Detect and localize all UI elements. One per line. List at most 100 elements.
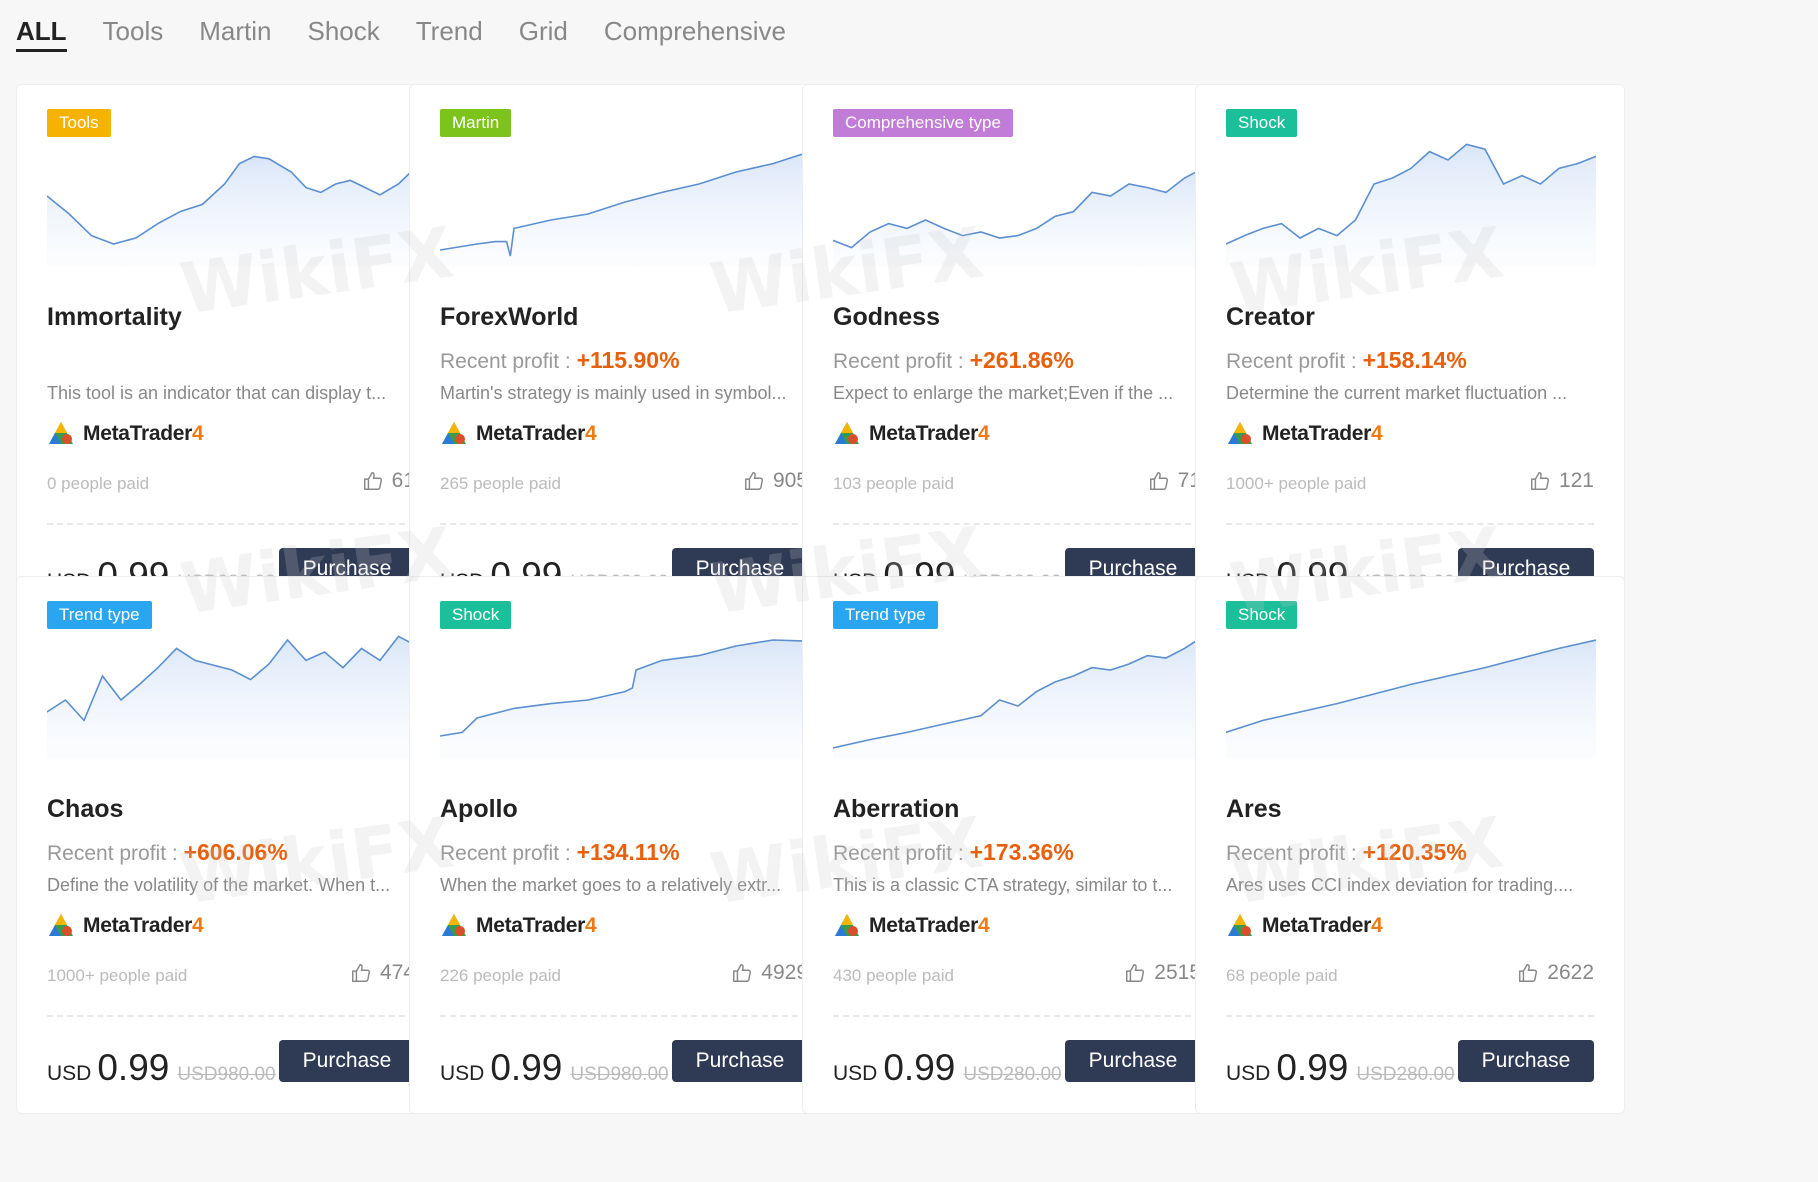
- product-card[interactable]: Trend type Aberration Recent profit : +1…: [802, 576, 1232, 1114]
- performance-sparkline: [440, 137, 810, 267]
- platform-name: MetaTrader: [1262, 422, 1372, 445]
- platform: MetaTrader 4: [1226, 419, 1383, 449]
- product-card[interactable]: Shock Apollo Recent profit : +134.11% Wh…: [409, 576, 839, 1114]
- metatrader-logo-icon: [442, 914, 466, 936]
- platform: MetaTrader 4: [833, 911, 990, 941]
- like-button[interactable]: 4929: [731, 961, 808, 985]
- recent-profit-value: +158.14%: [1362, 347, 1467, 373]
- product-card[interactable]: Tools Immortality This tool is an indica…: [16, 84, 446, 622]
- purchase-button[interactable]: Purchase: [1458, 1040, 1594, 1082]
- tab-trend[interactable]: Trend: [416, 0, 483, 54]
- product-description: This is a classic CTA strategy, similar …: [833, 875, 1173, 895]
- divider: [1226, 523, 1594, 525]
- thumbs-up-icon: [1519, 964, 1538, 982]
- price-currency: USD: [440, 1062, 485, 1085]
- like-count: 2622: [1547, 961, 1594, 984]
- platform-version: 4: [585, 422, 597, 445]
- product-card[interactable]: Martin ForexWorld Recent profit : +115.9…: [409, 84, 839, 622]
- product-name[interactable]: Apollo: [440, 795, 518, 824]
- product-name[interactable]: Creator: [1226, 303, 1315, 332]
- platform: MetaTrader 4: [1226, 911, 1383, 941]
- like-button[interactable]: 121: [1529, 469, 1594, 493]
- metatrader-logo-icon: [49, 422, 73, 444]
- like-button[interactable]: 61: [362, 469, 415, 493]
- category-badge: Shock: [1226, 109, 1298, 137]
- thumbs-up-icon: [1149, 472, 1168, 490]
- recent-profit: Recent profit : +606.06%: [47, 839, 288, 866]
- price: USD 0.99 USD980.00: [47, 1047, 276, 1089]
- performance-sparkline: [833, 629, 1203, 759]
- tab-tools[interactable]: Tools: [103, 0, 164, 54]
- product-card[interactable]: Trend type Chaos Recent profit : +606.06…: [16, 576, 446, 1114]
- original-price: USD280.00: [1356, 1064, 1455, 1085]
- price-amount: 0.99: [1276, 1047, 1349, 1088]
- people-paid: 103 people paid: [833, 474, 955, 493]
- sparkline-area: [833, 636, 1203, 759]
- product-card[interactable]: Comprehensive type Godness Recent profit…: [802, 84, 1232, 622]
- tab-grid[interactable]: Grid: [519, 0, 568, 54]
- divider: [1226, 1015, 1594, 1017]
- price-currency: USD: [1226, 1062, 1271, 1085]
- product-card[interactable]: Shock Creator Recent profit : +158.14% D…: [1195, 84, 1625, 622]
- recent-profit-value: +120.35%: [1362, 839, 1467, 865]
- thumbs-up-icon: [1126, 964, 1145, 982]
- people-paid: 265 people paid: [440, 474, 562, 493]
- product-name[interactable]: Immortality: [47, 303, 182, 332]
- price-amount: 0.99: [490, 1047, 563, 1088]
- tab-martin[interactable]: Martin: [199, 0, 271, 54]
- like-count: 121: [1558, 469, 1594, 492]
- price-currency: USD: [833, 1062, 878, 1085]
- performance-sparkline: [47, 629, 417, 759]
- recent-profit-value: +173.36%: [969, 839, 1074, 865]
- purchase-button[interactable]: Purchase: [672, 1040, 808, 1082]
- platform: MetaTrader 4: [47, 419, 204, 449]
- category-badge: Martin: [440, 109, 512, 137]
- like-button[interactable]: 905: [743, 469, 808, 493]
- tab-comprehensive[interactable]: Comprehensive: [604, 0, 786, 54]
- like-button[interactable]: 2515: [1124, 961, 1201, 985]
- sparkline-area: [440, 151, 810, 267]
- original-price: USD280.00: [963, 1064, 1062, 1085]
- recent-profit: Recent profit : +261.86%: [833, 347, 1074, 374]
- divider: [833, 523, 1201, 525]
- people-paid: 1000+ people paid: [47, 966, 188, 985]
- sparkline-area: [440, 640, 810, 759]
- performance-sparkline: [1226, 629, 1596, 759]
- thumbs-up-icon: [1530, 472, 1549, 490]
- divider: [440, 1015, 808, 1017]
- like-button[interactable]: 474: [350, 961, 415, 985]
- purchase-button[interactable]: Purchase: [1065, 1040, 1201, 1082]
- platform-version: 4: [1371, 914, 1383, 937]
- product-card[interactable]: Shock Ares Recent profit : +120.35% Ares…: [1195, 576, 1625, 1114]
- recent-profit: Recent profit : +158.14%: [1226, 347, 1467, 374]
- recent-profit: Recent profit : +120.35%: [1226, 839, 1467, 866]
- tab-shock[interactable]: Shock: [308, 0, 380, 54]
- price: USD 0.99 USD280.00: [833, 1047, 1062, 1089]
- divider: [440, 523, 808, 525]
- price: USD 0.99 USD280.00: [1226, 1047, 1455, 1089]
- product-description: Expect to enlarge the market;Even if the…: [833, 383, 1174, 403]
- product-name[interactable]: Chaos: [47, 795, 123, 824]
- like-count: 4929: [761, 961, 808, 984]
- recent-profit: Recent profit : +134.11%: [440, 839, 680, 866]
- like-button[interactable]: 2622: [1517, 961, 1594, 985]
- recent-profit-label: Recent profit :: [440, 350, 577, 373]
- like-button[interactable]: 71: [1148, 469, 1201, 493]
- metatrader-logo-icon: [49, 914, 73, 936]
- product-name[interactable]: ForexWorld: [440, 303, 578, 332]
- tab-all[interactable]: ALL: [16, 0, 67, 54]
- people-paid: 226 people paid: [440, 966, 562, 985]
- platform-version: 4: [585, 914, 597, 937]
- category-badge: Tools: [47, 109, 111, 137]
- people-paid: 1000+ people paid: [1226, 474, 1367, 493]
- performance-sparkline: [440, 629, 810, 759]
- recent-profit-value: +606.06%: [183, 839, 288, 865]
- product-description: Define the volatility of the market. Whe…: [47, 875, 391, 895]
- product-name[interactable]: Aberration: [833, 795, 959, 824]
- product-name[interactable]: Ares: [1226, 795, 1282, 824]
- product-name[interactable]: Godness: [833, 303, 940, 332]
- purchase-button[interactable]: Purchase: [279, 1040, 415, 1082]
- platform: MetaTrader 4: [47, 911, 204, 941]
- product-description: Determine the current market fluctuation…: [1226, 383, 1568, 403]
- price: USD 0.99 USD980.00: [440, 1047, 669, 1089]
